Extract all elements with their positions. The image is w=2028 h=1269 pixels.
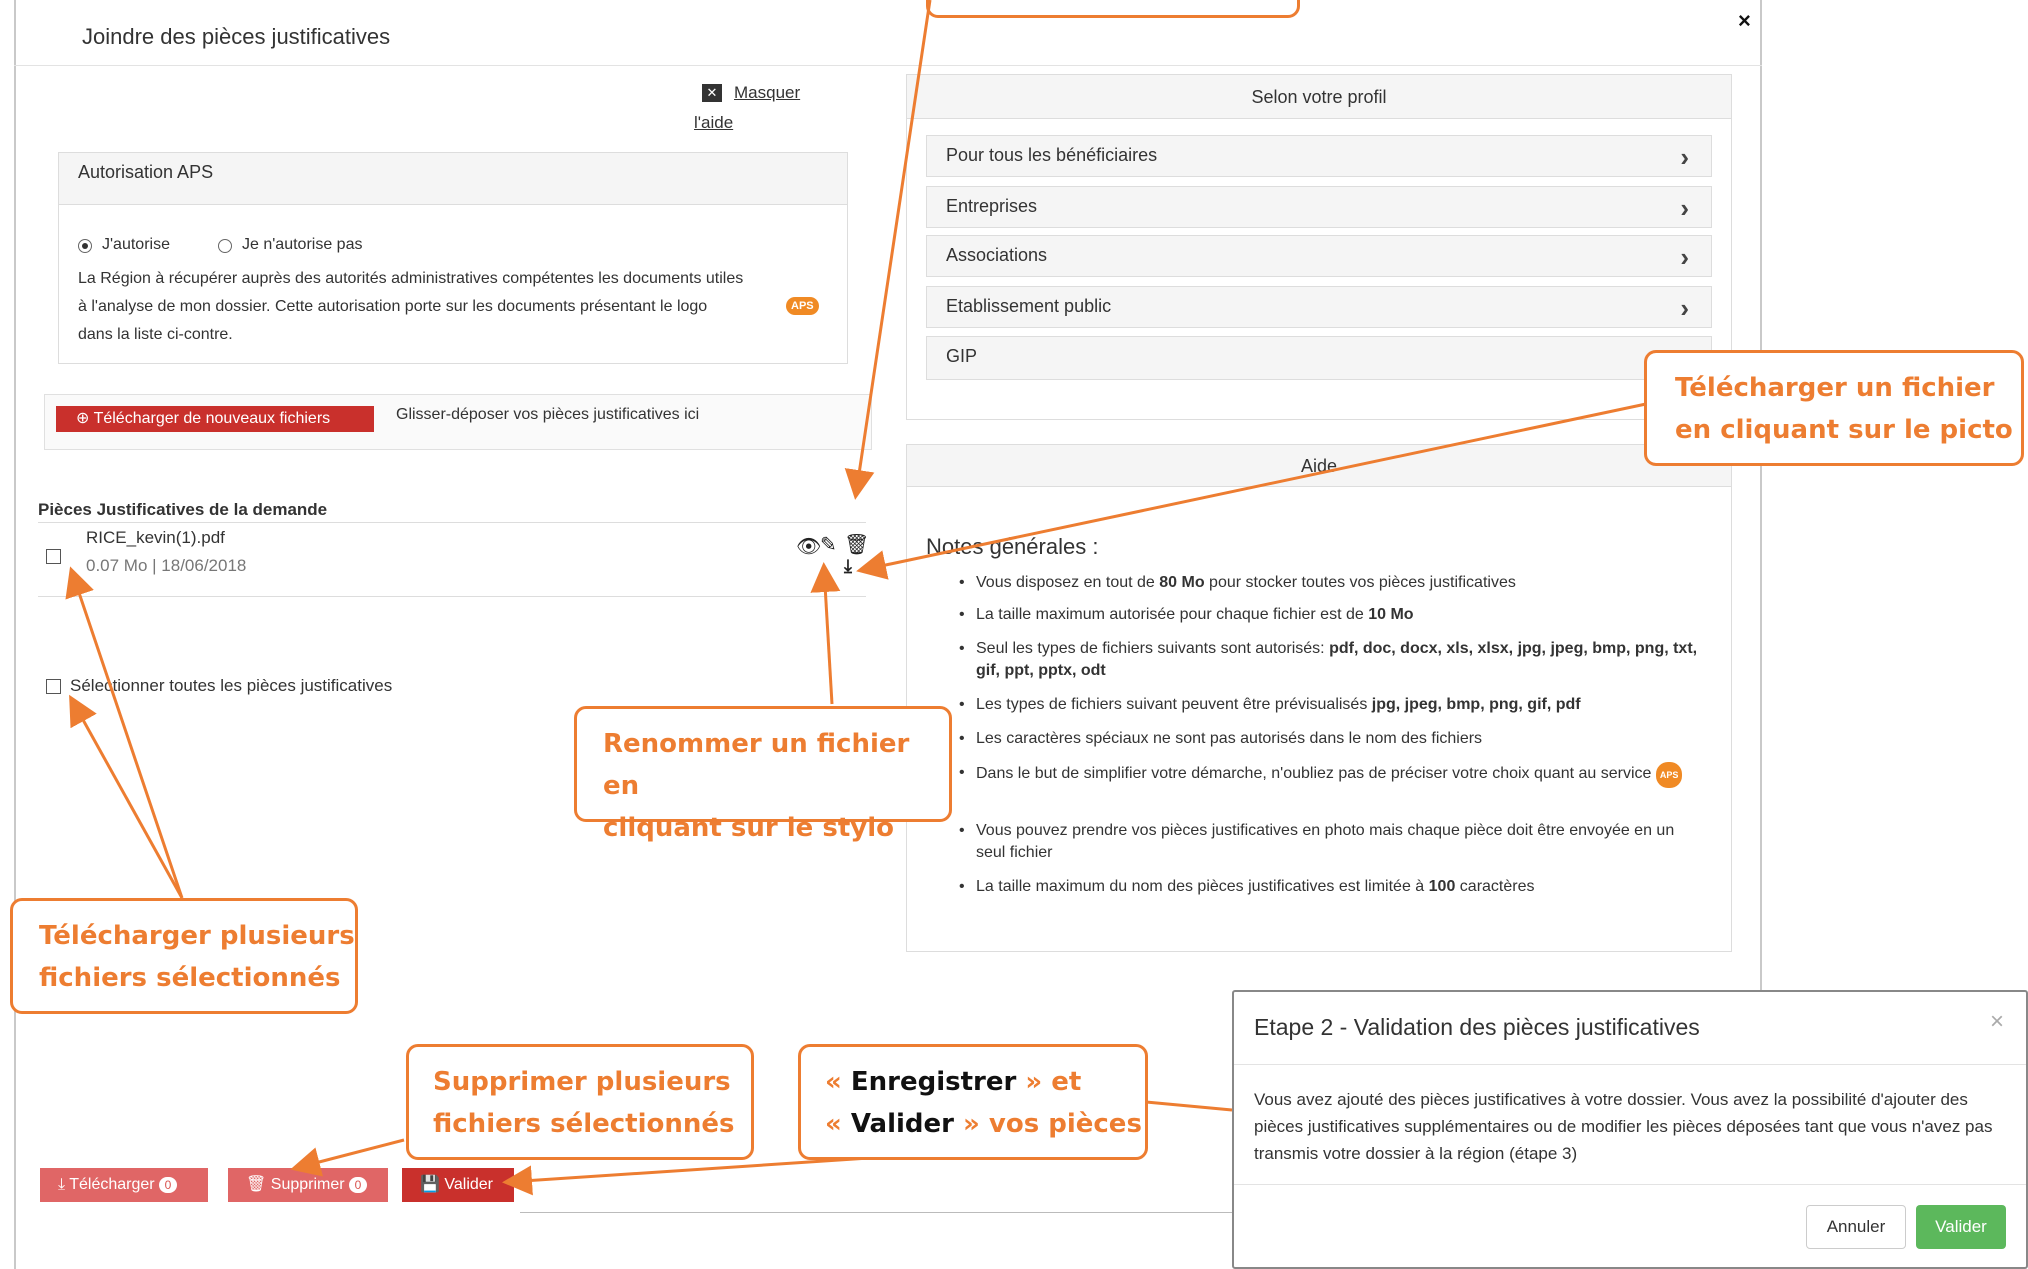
- callout-rename: Renommer un fichier en cliquant sur le st…: [574, 706, 952, 843]
- callout-top-fragment: [926, 0, 1300, 18]
- callout-download-file: Télécharger un fichier en cliquant sur le…: [1644, 350, 2024, 466]
- callout-save-validate: « Enregistrer » et « Valider » vos pièce…: [798, 1044, 1148, 1160]
- callout-multi-delete: Supprimer plusieurs fichiers sélectionnés: [406, 1044, 754, 1160]
- callout-multi-download: Télécharger plusieurs fichiers sélectionn…: [10, 898, 358, 1014]
